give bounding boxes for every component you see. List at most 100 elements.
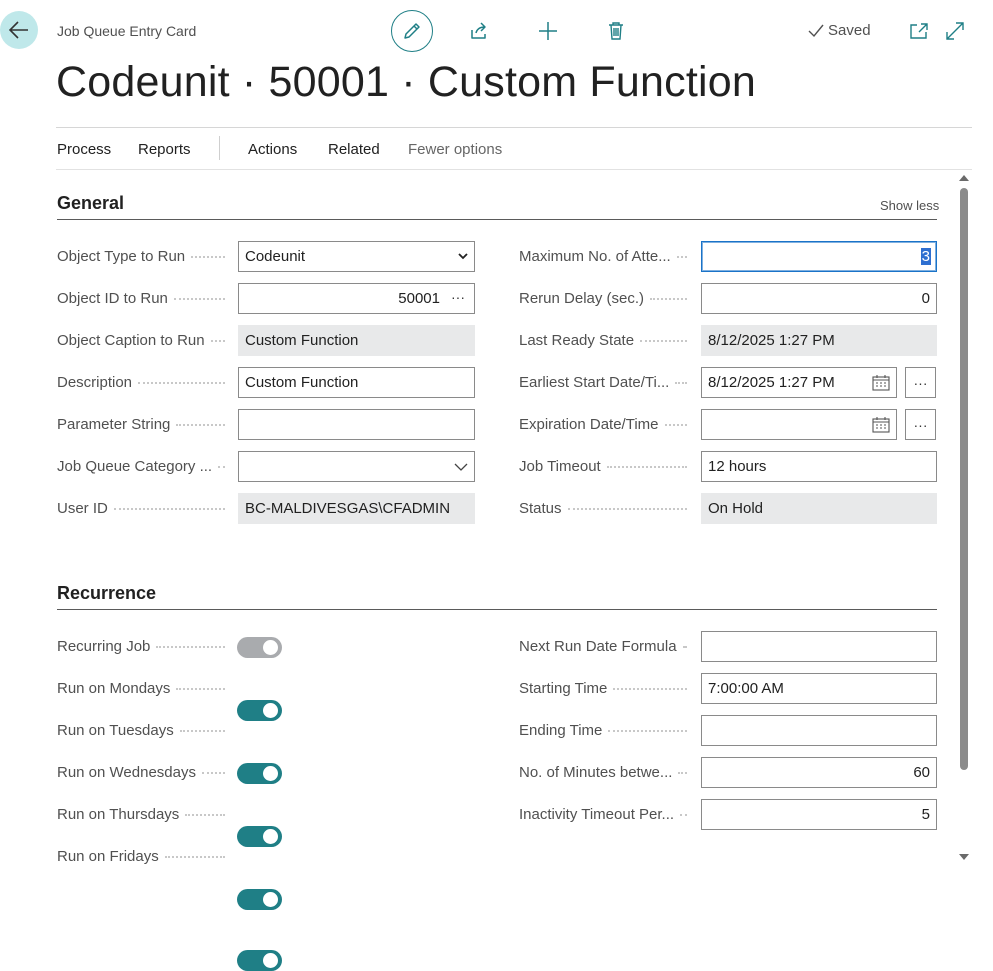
starting-time-field[interactable]: 7:00:00 AM bbox=[701, 673, 937, 704]
object-type-value: Codeunit bbox=[245, 248, 306, 265]
run-mondays-toggle[interactable] bbox=[237, 700, 282, 721]
label-run-thursdays: Run on Thursdays bbox=[57, 806, 229, 823]
label-run-wednesdays: Run on Wednesdays bbox=[57, 764, 229, 781]
edit-button[interactable] bbox=[391, 10, 433, 52]
inactivity-timeout-value: 5 bbox=[921, 806, 930, 823]
show-less-link[interactable]: Show less bbox=[880, 198, 939, 213]
max-attempts-value: 3 bbox=[920, 248, 931, 265]
run-fridays-toggle[interactable] bbox=[237, 950, 282, 971]
job-timeout-field[interactable]: 12 hours bbox=[701, 451, 937, 482]
recurring-job-toggle bbox=[237, 637, 282, 658]
expand-button[interactable] bbox=[942, 18, 968, 44]
header-divider bbox=[56, 127, 972, 128]
description-field[interactable]: Custom Function bbox=[238, 367, 475, 398]
label-minutes-between-runs: No. of Minutes betwe... bbox=[519, 764, 691, 781]
section-divider-general bbox=[57, 219, 937, 220]
scroll-up-arrow-icon[interactable] bbox=[958, 173, 970, 183]
share-button[interactable] bbox=[466, 18, 492, 44]
object-id-field[interactable]: 50001 bbox=[238, 283, 475, 314]
label-recurring-job: Recurring Job bbox=[57, 638, 229, 655]
page-title: Codeunit · 50001 · Custom Function bbox=[56, 58, 756, 106]
label-object-id: Object ID to Run bbox=[57, 290, 229, 307]
object-caption-field: Custom Function bbox=[238, 325, 475, 356]
expiration-field[interactable] bbox=[701, 409, 897, 440]
calendar-icon[interactable] bbox=[872, 416, 890, 433]
job-queue-category-field[interactable] bbox=[238, 451, 475, 482]
chevron-down-icon bbox=[458, 253, 468, 260]
menu-reports[interactable]: Reports bbox=[138, 141, 191, 158]
minutes-between-runs-value: 60 bbox=[913, 764, 930, 781]
menu-related[interactable]: Related bbox=[328, 141, 380, 158]
label-job-queue-category: Job Queue Category ... bbox=[57, 458, 229, 475]
label-job-timeout: Job Timeout bbox=[519, 458, 691, 475]
label-max-attempts: Maximum No. of Atte... bbox=[519, 248, 691, 265]
user-id-value: BC-MALDIVESGAS\CFADMIN bbox=[245, 500, 451, 517]
arrow-left-icon bbox=[9, 21, 28, 39]
rerun-delay-value: 0 bbox=[921, 290, 930, 307]
max-attempts-field[interactable]: 3 bbox=[701, 241, 937, 272]
label-ending-time: Ending Time bbox=[519, 722, 691, 739]
plus-icon bbox=[539, 22, 557, 40]
label-user-id: User ID bbox=[57, 500, 229, 517]
ellipsis-icon: ··· bbox=[913, 416, 928, 433]
label-earliest-start: Earliest Start Date/Ti... bbox=[519, 374, 691, 391]
earliest-start-value: 8/12/2025 1:27 PM bbox=[708, 374, 835, 391]
breadcrumb: Job Queue Entry Card bbox=[57, 23, 197, 39]
saved-label: Saved bbox=[828, 22, 871, 39]
open-in-new-window-icon bbox=[910, 23, 928, 39]
menu-separator bbox=[219, 136, 220, 160]
label-run-fridays: Run on Fridays bbox=[57, 848, 229, 865]
pencil-icon bbox=[404, 23, 420, 39]
run-wednesdays-toggle[interactable] bbox=[237, 826, 282, 847]
earliest-start-field[interactable]: 8/12/2025 1:27 PM bbox=[701, 367, 897, 398]
label-last-ready-state: Last Ready State bbox=[519, 332, 691, 349]
label-next-run-formula: Next Run Date Formula bbox=[519, 638, 691, 655]
object-type-select[interactable]: Codeunit bbox=[238, 241, 475, 272]
scroll-down-arrow-icon[interactable] bbox=[958, 852, 970, 862]
vertical-scrollbar[interactable] bbox=[960, 188, 968, 770]
calendar-icon[interactable] bbox=[872, 374, 890, 391]
label-run-tuesdays: Run on Tuesdays bbox=[57, 722, 229, 739]
new-button[interactable] bbox=[535, 18, 561, 44]
object-id-lookup-button[interactable]: ··· bbox=[451, 289, 469, 307]
label-expiration: Expiration Date/Time bbox=[519, 416, 691, 433]
inactivity-timeout-field[interactable]: 5 bbox=[701, 799, 937, 830]
ending-time-field[interactable] bbox=[701, 715, 937, 746]
run-tuesdays-toggle[interactable] bbox=[237, 763, 282, 784]
expand-icon bbox=[946, 22, 964, 40]
minutes-between-runs-field[interactable]: 60 bbox=[701, 757, 937, 788]
user-id-field: BC-MALDIVESGAS\CFADMIN bbox=[238, 493, 475, 524]
chevron-down-icon[interactable] bbox=[454, 463, 468, 471]
section-title-general[interactable]: General bbox=[57, 193, 124, 214]
last-ready-state-value: 8/12/2025 1:27 PM bbox=[708, 332, 835, 349]
expiration-more-button[interactable]: ··· bbox=[905, 409, 936, 440]
next-run-formula-field[interactable] bbox=[701, 631, 937, 662]
section-title-recurrence[interactable]: Recurrence bbox=[57, 583, 156, 604]
share-icon bbox=[471, 22, 486, 39]
starting-time-value: 7:00:00 AM bbox=[708, 680, 784, 697]
delete-button[interactable] bbox=[603, 18, 629, 44]
label-parameter-string: Parameter String bbox=[57, 416, 229, 433]
label-object-type: Object Type to Run bbox=[57, 248, 229, 265]
label-inactivity-timeout: Inactivity Timeout Per... bbox=[519, 806, 691, 823]
object-id-value: 50001 bbox=[398, 290, 440, 307]
open-new-window-button[interactable] bbox=[906, 18, 932, 44]
label-description: Description bbox=[57, 374, 229, 391]
label-run-mondays: Run on Mondays bbox=[57, 680, 229, 697]
status-field: On Hold bbox=[701, 493, 937, 524]
label-rerun-delay: Rerun Delay (sec.) bbox=[519, 290, 691, 307]
run-thursdays-toggle[interactable] bbox=[237, 889, 282, 910]
description-value: Custom Function bbox=[245, 374, 359, 391]
menu-fewer-options[interactable]: Fewer options bbox=[408, 141, 502, 158]
label-starting-time: Starting Time bbox=[519, 680, 691, 697]
menu-actions[interactable]: Actions bbox=[248, 141, 297, 158]
menu-process[interactable]: Process bbox=[57, 141, 111, 158]
rerun-delay-field[interactable]: 0 bbox=[701, 283, 937, 314]
parameter-string-field[interactable] bbox=[238, 409, 475, 440]
back-button[interactable] bbox=[0, 11, 38, 49]
earliest-start-more-button[interactable]: ··· bbox=[905, 367, 936, 398]
checkmark-icon bbox=[808, 24, 824, 37]
trash-icon bbox=[609, 22, 623, 40]
ellipsis-icon: ··· bbox=[451, 289, 465, 305]
menu-divider bbox=[56, 169, 972, 170]
